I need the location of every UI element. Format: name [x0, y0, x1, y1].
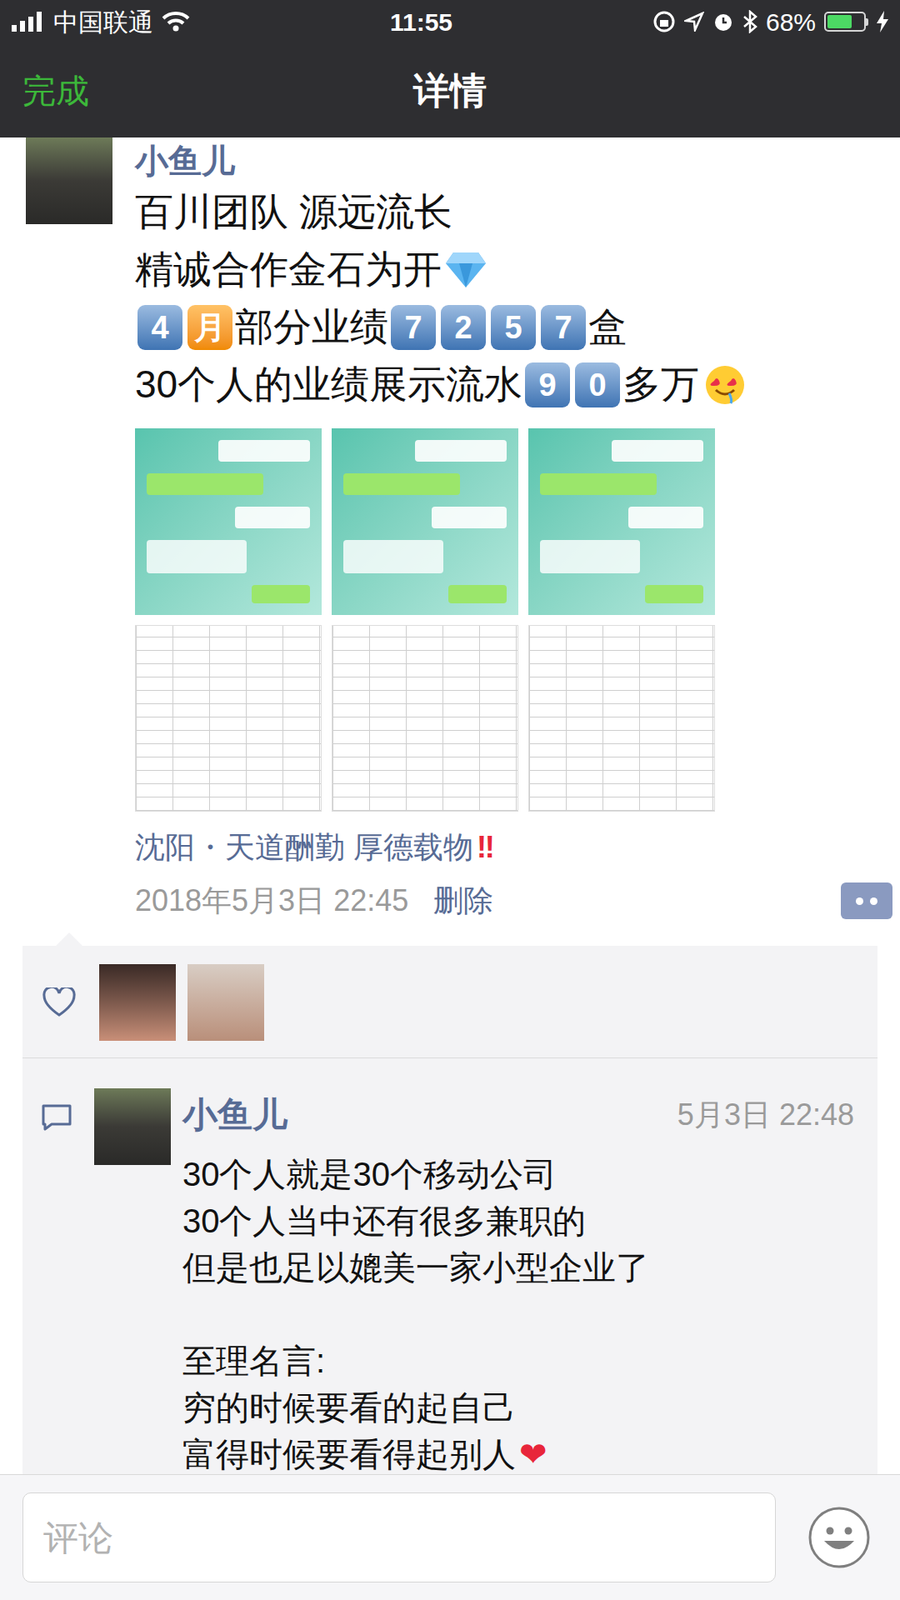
post-line: 精诚合作金石为开 — [135, 240, 870, 299]
emoji-icon[interactable] — [807, 1505, 871, 1570]
input-bar: 评论 — [0, 1474, 900, 1600]
liker-avatar[interactable] — [99, 964, 176, 1041]
comment-placeholder: 评论 — [43, 1511, 114, 1565]
bluetooth-icon — [742, 10, 758, 34]
comment-line: 30个人当中还有很多兼职的 — [182, 1197, 855, 1245]
commenter-name[interactable]: 小鱼儿 — [182, 1088, 288, 1141]
image-thumbnail[interactable] — [331, 625, 519, 812]
author-name[interactable]: 小鱼儿 — [135, 137, 870, 184]
rotation-lock-icon — [652, 10, 676, 34]
header: 中国联通 11:55 68% 完成 详情 — [0, 0, 900, 138]
author-avatar[interactable] — [25, 137, 113, 225]
wifi-icon — [161, 10, 190, 33]
comment-text: 30个人就是30个移动公司30个人当中还有很多兼职的但是也足以媲美一家小型企业了… — [182, 1150, 855, 1475]
post-text: 百川团队 源远流长 — [135, 183, 453, 241]
comment-line: 30个人就是30个移动公司 — [182, 1150, 855, 1198]
signal-icon — [11, 11, 45, 32]
keycap: 2 — [440, 305, 486, 350]
keycap: 5 — [490, 305, 536, 350]
post-body: 百川团队 源远流长精诚合作金石为开4月部分业绩7257盒30个人的业绩展示流水9… — [135, 183, 870, 414]
post-text: 30个人的业绩展示流水 — [135, 355, 523, 414]
post-text: 多万 — [622, 355, 700, 414]
status-bar: 中国联通 11:55 68% — [0, 0, 900, 44]
image-grid — [135, 428, 870, 812]
divider — [22, 1057, 878, 1059]
image-thumbnail[interactable] — [528, 428, 715, 615]
page-title: 详情 — [413, 63, 487, 119]
post-text: 精诚合作金石为开 — [135, 240, 442, 299]
post-line: 30个人的业绩展示流水90多万 — [135, 355, 870, 414]
post-line: 百川团队 源远流长 — [135, 183, 870, 241]
post-text: 盒 — [588, 298, 627, 356]
likes-comments-panel: 小鱼儿 5月3日 22:48 30个人就是30个移动公司30个人当中还有很多兼职的但… — [22, 945, 878, 1475]
keycap: 月 — [187, 305, 233, 350]
nav-bar: 完成 详情 — [0, 43, 900, 138]
comment-line: 但是也足以媲美一家小型企业了 — [182, 1244, 855, 1291]
heart-icon — [42, 987, 76, 1018]
keycap: 0 — [575, 362, 620, 408]
location-icon — [684, 11, 705, 32]
battery-reading: 68% — [765, 3, 816, 41]
interaction-area: 小鱼儿 5月3日 22:48 30个人就是30个移动公司30个人当中还有很多兼职的但… — [0, 932, 900, 1475]
image-thumbnail[interactable] — [135, 428, 322, 615]
keycap: 7 — [390, 305, 436, 350]
post-meta: 2018年5月3日 22:45 删除 — [135, 878, 870, 924]
comment-time: 5月3日 22:48 — [677, 1092, 855, 1138]
comment-menu-icon[interactable] — [840, 882, 893, 920]
carrier: 中国联通 — [53, 3, 154, 41]
keycap: 7 — [540, 305, 586, 350]
post-line: 4月部分业绩7257盒 — [135, 298, 870, 356]
app: 中国联通11:5568%完成详情小鱼儿百川团队 源远流长精诚合作金石为开4月部分… — [0, 0, 900, 1600]
comment: 小鱼儿 5月3日 22:48 30个人就是30个移动公司30个人当中还有很多兼职的但… — [22, 1058, 878, 1475]
image-thumbnail[interactable] — [528, 625, 715, 812]
comment-line — [182, 1290, 855, 1338]
commenter-avatar[interactable] — [94, 1088, 171, 1165]
comment-line: 富得时候要看得起别人❤ — [182, 1430, 855, 1475]
likes-row — [22, 945, 878, 1058]
image-thumbnail[interactable] — [135, 625, 322, 812]
comment-line: 穷的时候要看的起自己 — [182, 1384, 855, 1431]
comment-icon — [40, 1103, 73, 1132]
alarm-icon — [712, 10, 735, 33]
delete-button[interactable]: 删除 — [433, 878, 494, 924]
location[interactable]: 沈阳・天道酬勤 厚德载物‼ — [135, 825, 870, 870]
diamond-icon — [445, 250, 487, 290]
keycap: 9 — [525, 362, 570, 408]
drooling-face-icon — [704, 364, 746, 406]
image-thumbnail[interactable] — [331, 428, 519, 615]
liker-avatar[interactable] — [187, 964, 265, 1041]
comment-input[interactable]: 评论 — [22, 1492, 776, 1583]
done-button[interactable]: 完成 — [22, 65, 90, 116]
battery-icon — [824, 11, 869, 32]
keycap: 4 — [137, 305, 183, 350]
clock: 11:55 — [390, 3, 453, 41]
post-text: 部分业绩 — [235, 298, 389, 356]
charging-icon — [876, 10, 889, 33]
comment-line: 至理名言: — [182, 1337, 855, 1385]
post-time: 2018年5月3日 22:45 — [135, 878, 409, 924]
